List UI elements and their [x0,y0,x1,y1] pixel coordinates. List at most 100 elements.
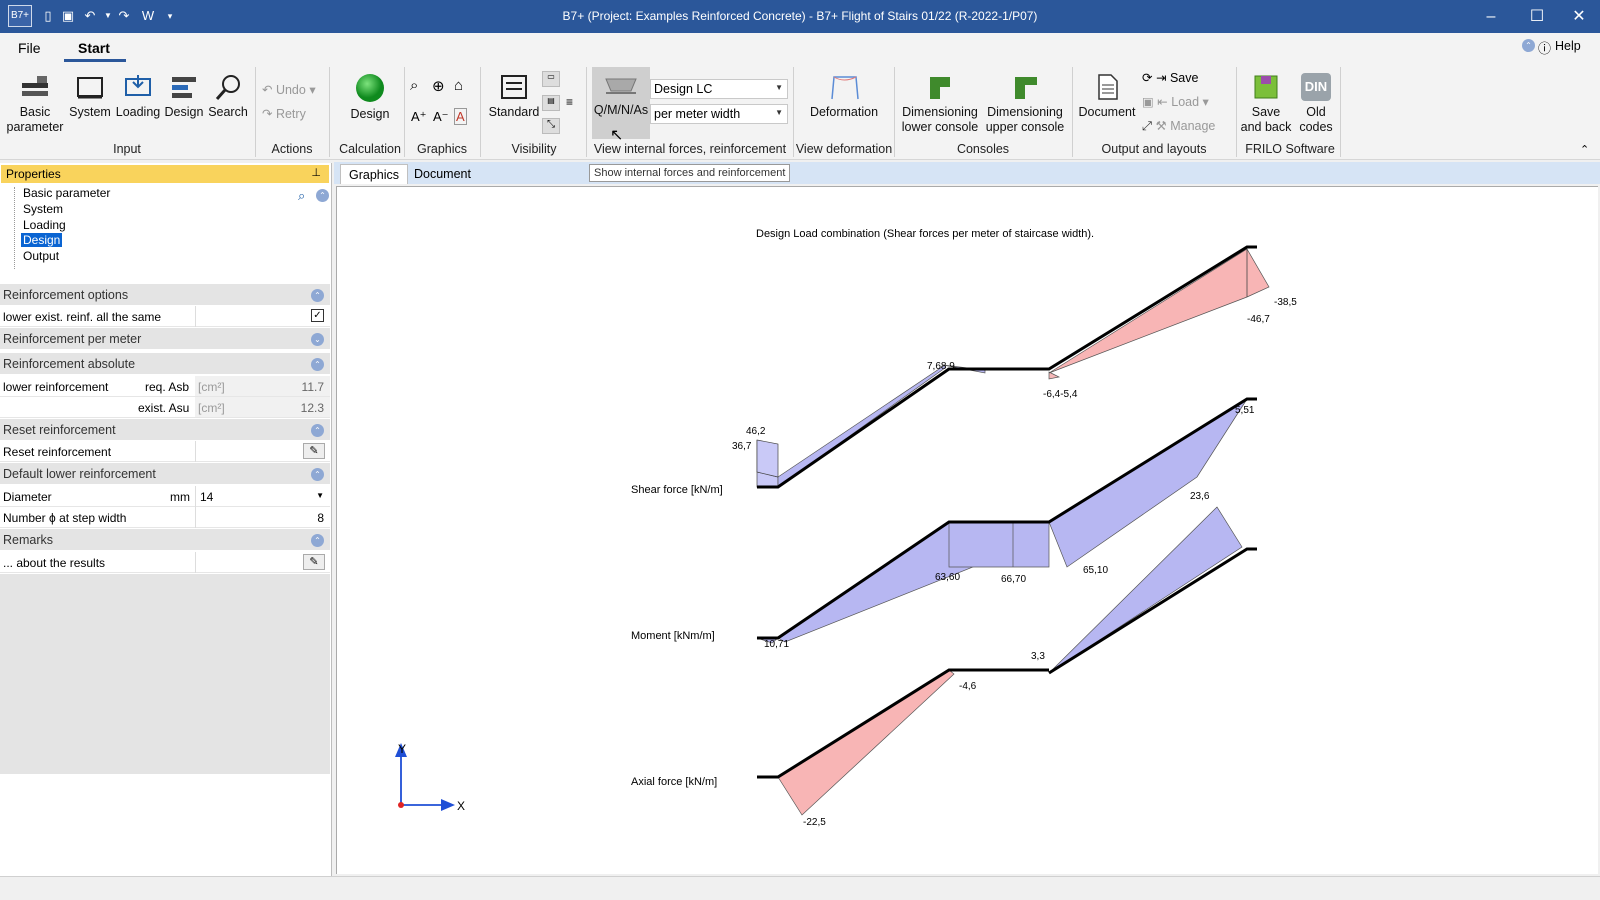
zoom-icon[interactable]: ⌕ [410,77,418,94]
undo-label: Undo [275,83,306,97]
din-icon: DIN [1301,73,1331,101]
save-layout-button[interactable]: ⟳ ⇥ Save [1142,70,1198,85]
row-exist-asu: exist. Asu [cm²] 12.3 [0,397,330,418]
import-icon: ⇤ [1157,95,1168,109]
collapse-icon[interactable]: ⌃ [1522,39,1535,52]
calculate-design-button[interactable]: Design [338,73,402,122]
save-layout-label: Save [1169,71,1199,85]
tab-file[interactable]: File [18,40,41,56]
chevron-up-icon: ⌃ [311,424,324,437]
row-lower-same: lower exist. reinf. all the same ✓ [0,306,330,327]
standard-button[interactable]: Standard [484,73,544,120]
pin-icon[interactable]: ⊥ [311,166,321,179]
load-case-select[interactable]: Design LC ▼ [650,79,788,99]
retry-label: Retry [275,107,306,121]
loading-icon [125,75,151,96]
maximize-icon[interactable]: ☐ [1514,0,1560,33]
status-bar [0,876,1600,900]
document-button[interactable]: Document [1076,73,1138,120]
tab-graphics[interactable]: Graphics [340,164,409,184]
section-remarks[interactable]: Remarks ⌃ [0,529,330,551]
y-axis-label: Y [398,742,406,756]
origin-icon [398,802,404,808]
search-label: Search [208,105,248,119]
font-larger-icon[interactable]: A⁺ [411,109,427,125]
document-icon [1098,74,1118,100]
row-number-step: Number ϕ at step width 8 [0,507,330,528]
group-input: Input [113,142,141,156]
bar-icon[interactable]: ≡ [566,95,573,109]
chevron-up-icon: ⌃ [311,468,324,481]
properties-empty-area [0,574,330,774]
diameter-select[interactable]: 14 [200,490,213,504]
tab-document[interactable]: Document [406,164,479,184]
basic-parameter-icon [22,76,48,96]
dimension-icon[interactable]: ▭ [542,71,560,87]
tab-start[interactable]: Start [78,40,110,56]
section-default-lower[interactable]: Default lower reinforcement ⌃ [0,463,330,485]
lower-console-button[interactable]: Dimensioning lower console [898,73,982,135]
retry-button[interactable]: ↷ Retry [262,106,306,121]
save-back-icon [1254,75,1278,99]
number-step-input[interactable]: 8 [317,511,324,525]
shear-value: -46,7 [1247,314,1270,325]
lower-same-checkbox[interactable]: ✓ [311,309,324,322]
search-icon[interactable]: ⌕ [298,188,305,204]
properties-panel: Properties ⊥ Basic parameter System Load… [0,163,332,885]
basic-parameter-button[interactable]: Basic parameter [4,73,66,135]
help-menu[interactable]: Help [1555,39,1581,53]
load-layout-button[interactable]: ▣ ⇤ Load ▾ [1142,94,1209,109]
section-reset-reinforcement[interactable]: Reset reinforcement ⌃ [0,419,330,441]
properties-title: Properties [6,167,61,181]
tab-start-underline [64,59,126,62]
close-icon[interactable]: ✕ [1556,0,1600,33]
section-reinforcement-absolute[interactable]: Reinforcement absolute ⌃ [0,353,330,375]
chevron-down-icon[interactable]: ▼ [316,491,324,500]
ribbon-collapse-icon[interactable]: ⌃ [1580,143,1589,156]
font-smaller-icon[interactable]: A⁻ [433,109,449,125]
system-button[interactable]: System [66,73,114,120]
diagram-title: Design Load combination (Shear forces pe… [756,228,1094,240]
width-select[interactable]: per meter width ▼ [650,104,788,124]
edit-icon[interactable]: ✎ [303,443,325,459]
tree-item-system[interactable]: System [23,202,63,216]
collapse-tree-icon[interactable]: ⌃ [316,189,329,202]
standard-view-icon [501,75,527,99]
row-diameter: Diameter mm 14 ▼ [0,486,330,507]
minimize-icon[interactable]: – [1468,0,1514,33]
design-button[interactable]: Design [162,73,206,120]
zoom-in-icon[interactable]: ⊕ [432,77,445,95]
group-deformation: View deformation [795,142,893,156]
tree-item-output[interactable]: Output [23,249,59,263]
section-title: Default lower reinforcement [3,467,156,481]
manage-layout-button[interactable]: ⤢ ⚒ Manage [1142,118,1215,134]
save-and-back-button[interactable]: Save and back [1240,73,1292,135]
tree-item-loading[interactable]: Loading [23,218,66,232]
deformation-button[interactable]: Deformation [804,73,884,120]
upper-console-button[interactable]: Dimensioning upper console [982,73,1068,135]
section-reinforcement-per-meter[interactable]: Reinforcement per meter ⌄ [0,328,330,350]
search-icon [215,75,240,100]
tree-item-design[interactable]: Design [21,233,63,247]
home-icon[interactable]: ⌂ [454,77,463,94]
tree-item-basic-parameter[interactable]: Basic parameter [23,186,110,200]
edit-icon[interactable]: ✎ [303,554,325,570]
qmnas-button[interactable]: Q/M/N/As [592,71,650,118]
loading-button[interactable]: Loading [112,73,164,120]
axis-icon[interactable]: ⤡ [542,118,560,134]
load-case-value: Design LC [654,82,713,96]
font-color-icon[interactable]: A [454,108,467,125]
section-reinforcement-options[interactable]: Reinforcement options ⌃ [0,284,330,306]
x-arrow-icon [441,799,455,811]
undo-button[interactable]: ↶ Undo ▾ [262,82,316,97]
graphics-canvas[interactable]: Design Load combination (Shear forces pe… [336,186,1598,874]
chevron-down-icon: ▼ [775,108,783,117]
staircase-axis-moment [757,397,1257,640]
old-codes-button[interactable]: DIN Old codes [1292,73,1340,135]
refresh-icon: ⟳ [1142,71,1153,85]
help-icon[interactable]: ⓘ [1538,38,1551,57]
label-icon[interactable]: ▤ [542,95,560,111]
divider [195,552,196,573]
search-button[interactable]: Search [205,73,251,120]
section-title: Reinforcement absolute [3,357,136,371]
